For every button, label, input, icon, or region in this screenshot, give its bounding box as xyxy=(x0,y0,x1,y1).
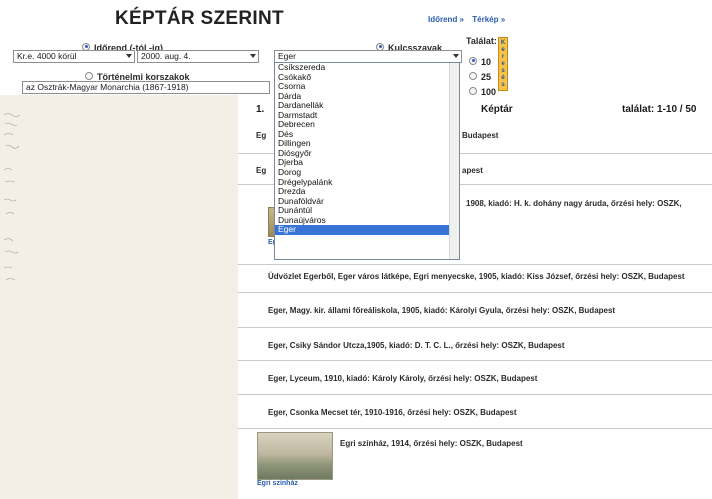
result-item[interactable]: Üdvözlet Egerből, Eger város látképe, Eg… xyxy=(268,272,685,281)
divider xyxy=(238,292,712,293)
search-button-letter: r xyxy=(501,53,505,60)
result-partial-suffix[interactable]: apest xyxy=(462,166,483,175)
results-page-number: 1. xyxy=(256,104,265,115)
hits-100-label: 100 xyxy=(481,87,497,97)
search-button-letter: K xyxy=(500,39,506,46)
from-date-select[interactable]: Kr.e. 4000 körül xyxy=(13,50,135,63)
result-item[interactable]: Eger, Magy. kir. állami főreáliskola, 19… xyxy=(268,306,615,315)
result-item[interactable]: Eger, Lyceum, 1910, kiadó: Károly Károly… xyxy=(268,374,537,383)
results-heading: Képtár xyxy=(481,104,513,115)
result-partial-suffix[interactable]: Budapest xyxy=(462,131,498,140)
handwritten-document-image xyxy=(3,113,21,281)
result-partial-prefix[interactable]: Eg xyxy=(256,166,266,175)
results-count: találat: 1-10 / 50 xyxy=(622,104,697,115)
left-panel-background xyxy=(0,95,238,499)
hits-label: Találat: xyxy=(466,36,497,46)
hits-100-radio[interactable] xyxy=(469,86,477,95)
divider xyxy=(238,428,712,429)
search-button[interactable]: Keresés xyxy=(498,37,508,91)
chronology-link[interactable]: Időrend » xyxy=(428,15,464,24)
search-button-letter: é xyxy=(501,75,505,82)
chevron-down-icon xyxy=(453,54,459,58)
keyword-dropdown-list[interactable]: Csíkszereda Csókakő Csorna Dárda Dardanellák… xyxy=(274,62,460,260)
historical-periods-radio[interactable] xyxy=(85,71,93,80)
search-button-letter: s xyxy=(501,82,505,89)
hits-10-radio[interactable] xyxy=(469,56,477,65)
to-date-select[interactable]: 2000. aug. 4. xyxy=(137,50,259,63)
divider xyxy=(238,394,712,395)
result-item[interactable]: Egri színház, 1914, őrzési hely: OSZK, B… xyxy=(340,439,523,448)
result-item[interactable]: Eger, Csonka Mecset tér, 1910-1916, őrzé… xyxy=(268,408,517,417)
from-date-value: Kr.e. 4000 körül xyxy=(17,51,77,61)
top-navigation: Időrend » Térkép » xyxy=(428,15,511,24)
hits-option-100[interactable]: 100 xyxy=(469,82,496,100)
dropdown-options: Csíkszereda Csókakő Csorna Dárda Dardanellák… xyxy=(275,62,459,235)
dropdown-option[interactable]: Djerba xyxy=(275,158,459,168)
divider xyxy=(238,264,712,265)
page-title: KÉPTÁR SZERINT xyxy=(115,8,284,29)
period-value: az Osztrák-Magyar Monarchia (1867-1918) xyxy=(26,82,189,92)
dropdown-option[interactable]: Dunaújváros xyxy=(275,215,459,226)
divider xyxy=(238,360,712,361)
period-select[interactable]: az Osztrák-Magyar Monarchia (1867-1918) xyxy=(22,81,270,94)
to-date-value: 2000. aug. 4. xyxy=(141,51,191,61)
search-button-letter: e xyxy=(501,60,505,67)
hits-25-radio[interactable] xyxy=(469,71,477,80)
dropdown-option[interactable]: Csorna xyxy=(275,82,459,92)
map-link[interactable]: Térkép » xyxy=(472,15,505,24)
divider xyxy=(238,327,712,328)
result-thumbnail[interactable] xyxy=(257,432,333,480)
thumbnail-caption[interactable]: Egri színház xyxy=(257,480,298,487)
hits-25-label: 25 xyxy=(481,72,492,82)
search-button-letter: s xyxy=(501,68,505,75)
chevron-down-icon xyxy=(250,54,256,58)
search-button-letter: e xyxy=(501,46,505,53)
result-item[interactable]: Eger, Csiky Sándor Utcza,1905, kiadó: D.… xyxy=(268,341,565,350)
chevron-down-icon xyxy=(126,54,132,58)
dropdown-scrollbar[interactable] xyxy=(449,63,459,259)
dropdown-option[interactable]: Debrecen xyxy=(275,120,459,130)
result-partial-prefix[interactable]: Eg xyxy=(256,131,266,140)
result-partial-text[interactable]: 1908, kiadó: H. k. dohány nagy áruda, őr… xyxy=(466,199,682,208)
keyword-value: Eger xyxy=(278,51,296,61)
hits-10-label: 10 xyxy=(481,57,492,67)
dropdown-option[interactable]: Eger xyxy=(275,225,459,235)
